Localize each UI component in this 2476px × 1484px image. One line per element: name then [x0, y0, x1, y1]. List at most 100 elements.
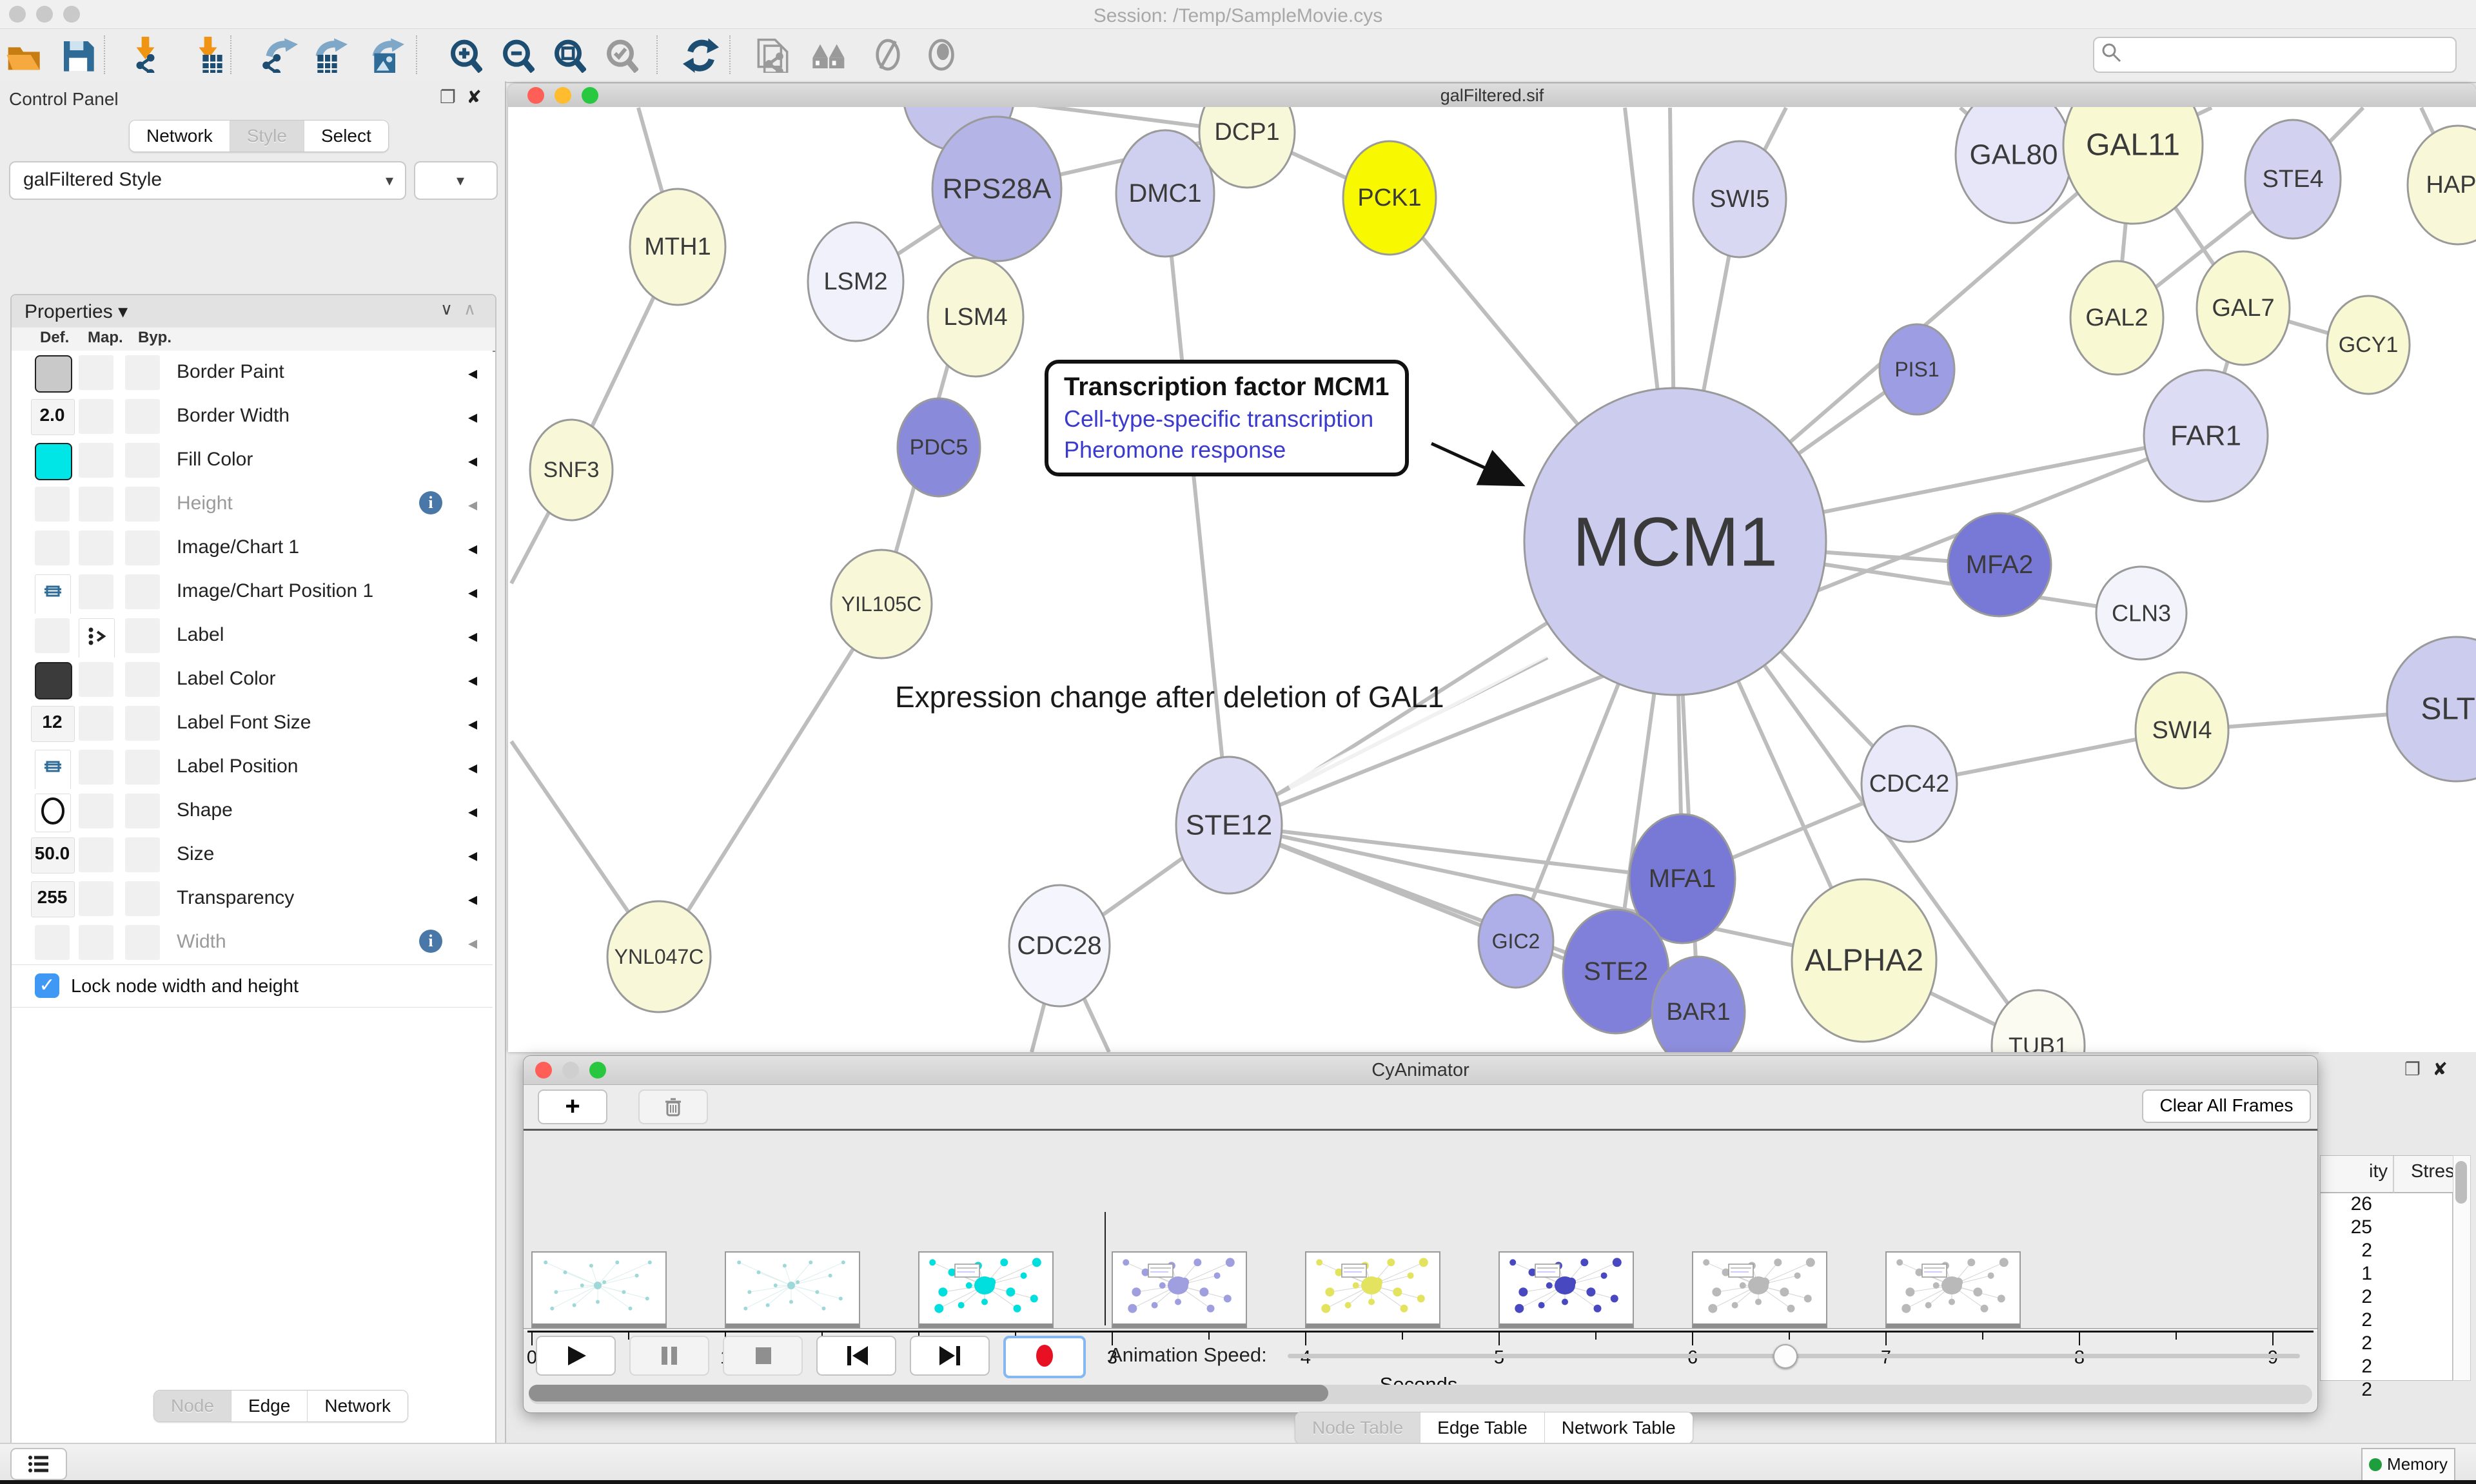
bypass-cell[interactable]: [125, 574, 160, 609]
cyanimator-titlebar[interactable]: CyAnimator: [524, 1056, 2317, 1085]
expand-arrow-icon[interactable]: ◂: [468, 757, 477, 778]
position-icon[interactable]: [35, 750, 71, 792]
property-row[interactable]: Label Color◂: [12, 658, 493, 702]
mapping-cell[interactable]: [79, 925, 113, 960]
property-row[interactable]: Label Position◂: [12, 745, 493, 790]
timeline-horizontal-scrollbar[interactable]: [529, 1385, 2312, 1404]
tab-edge-table[interactable]: Edge Table: [1420, 1412, 1545, 1443]
discrete-mapping-icon[interactable]: [79, 618, 115, 661]
collapse-all-icon[interactable]: ∧: [464, 299, 476, 319]
table-cell[interactable]: 2: [2321, 1333, 2372, 1354]
frame-3-thumbnail[interactable]: [918, 1251, 1054, 1329]
tab-network[interactable]: Network: [308, 1391, 408, 1421]
frame-7-thumbnail[interactable]: [1692, 1251, 1827, 1329]
export-network-icon[interactable]: [262, 37, 298, 73]
property-row[interactable]: 255Transparency◂: [12, 877, 493, 921]
expand-arrow-icon[interactable]: ◂: [468, 888, 477, 910]
mapping-cell[interactable]: [79, 487, 113, 522]
default-value[interactable]: 12: [31, 712, 74, 732]
bypass-cell[interactable]: [125, 837, 160, 872]
property-row[interactable]: Shape◂: [12, 789, 493, 834]
bypass-cell[interactable]: [125, 662, 160, 697]
pause-button[interactable]: [629, 1336, 709, 1376]
mapping-cell[interactable]: [79, 706, 113, 741]
property-row[interactable]: Image/Chart 1◂: [12, 526, 493, 571]
bypass-cell[interactable]: [125, 399, 160, 434]
default-value-swatch[interactable]: [35, 355, 72, 393]
column-header[interactable]: ity: [2321, 1156, 2394, 1193]
table-cell[interactable]: 1: [2321, 1263, 2372, 1285]
info-icon[interactable]: i: [419, 491, 442, 514]
property-row[interactable]: Border Paint◂: [12, 351, 493, 395]
frame-6-thumbnail[interactable]: [1498, 1251, 1634, 1329]
style-selector[interactable]: galFiltered Style ▾: [9, 161, 406, 200]
zoom-fit-icon[interactable]: [550, 37, 586, 73]
default-value-swatch[interactable]: [35, 662, 72, 699]
frame-4-thumbnail[interactable]: [1112, 1251, 1247, 1329]
annotation-link[interactable]: Pheromone response: [1064, 436, 1390, 464]
network-canvas[interactable]: RPS28BRPS28ADMC1DCP1PCK1MTH1LSM2LSM4SNF3…: [508, 107, 2476, 1052]
annotation-arrow[interactable]: [1431, 444, 1517, 482]
expand-arrow-icon[interactable]: ◂: [468, 450, 477, 471]
clipboard-icon[interactable]: [752, 37, 789, 73]
import-table-icon[interactable]: [192, 37, 228, 73]
mapping-cell[interactable]: [79, 355, 113, 390]
annotation-link[interactable]: Cell-type-specific transcription: [1064, 405, 1390, 433]
frame-8-thumbnail[interactable]: [1885, 1251, 2021, 1329]
search-input[interactable]: [2093, 37, 2457, 73]
hide-graphics-icon[interactable]: [870, 37, 906, 73]
property-row[interactable]: Heighti◂: [12, 482, 493, 527]
bypass-cell[interactable]: [125, 881, 160, 916]
default-cell[interactable]: [35, 925, 70, 960]
save-icon[interactable]: [59, 37, 95, 73]
memory-button[interactable]: Memory: [2361, 1448, 2455, 1481]
import-network-icon[interactable]: [130, 37, 166, 73]
panel-close-icon[interactable]: ✘: [467, 86, 482, 108]
mapping-cell[interactable]: [79, 881, 113, 916]
expand-arrow-icon[interactable]: ◂: [468, 713, 477, 734]
bypass-cell[interactable]: [125, 443, 160, 478]
expand-arrow-icon[interactable]: ◂: [468, 845, 477, 866]
zoom-out-icon[interactable]: [498, 37, 535, 73]
expand-arrow-icon[interactable]: ◂: [468, 669, 477, 690]
tab-node-table[interactable]: Node Table: [1295, 1412, 1420, 1443]
table-cell[interactable]: 2: [2321, 1286, 2372, 1308]
expand-arrow-icon[interactable]: ◂: [468, 581, 477, 603]
default-cell[interactable]: [35, 618, 70, 653]
property-row[interactable]: 2.0Border Width◂: [12, 395, 493, 439]
table-cell[interactable]: 25: [2321, 1216, 2372, 1238]
property-row[interactable]: 50.0Size◂: [12, 833, 493, 877]
bypass-cell[interactable]: [125, 925, 160, 960]
expand-arrow-icon[interactable]: ◂: [468, 362, 477, 384]
default-value[interactable]: 2.0: [31, 405, 74, 425]
delete-frame-button[interactable]: [638, 1089, 708, 1124]
zoom-selected-icon[interactable]: [602, 37, 638, 73]
refresh-icon[interactable]: [683, 37, 719, 73]
table-cell[interactable]: 2: [2321, 1309, 2372, 1331]
go-to-end-button[interactable]: [910, 1336, 990, 1376]
selected-edge-highlight[interactable]: [1290, 645, 1560, 788]
expand-arrow-icon[interactable]: ◂: [468, 932, 477, 953]
lock-checkbox[interactable]: ✓: [35, 973, 59, 998]
tab-node[interactable]: Node: [154, 1391, 231, 1421]
position-icon[interactable]: [35, 574, 71, 617]
bypass-cell[interactable]: [125, 750, 160, 785]
binoculars-icon[interactable]: [811, 37, 847, 73]
animation-speed-handle[interactable]: [1773, 1344, 1798, 1369]
add-frame-button[interactable]: +: [538, 1089, 607, 1124]
tab-network[interactable]: Network: [130, 121, 230, 151]
tab-select[interactable]: Select: [304, 121, 388, 151]
info-icon[interactable]: i: [419, 930, 442, 953]
bypass-cell[interactable]: [125, 618, 160, 653]
mapping-cell[interactable]: [79, 794, 113, 828]
bypass-cell[interactable]: [125, 531, 160, 565]
table-cell[interactable]: 26: [2321, 1193, 2372, 1215]
stop-button[interactable]: [723, 1336, 803, 1376]
tab-edge[interactable]: Edge: [231, 1391, 308, 1421]
mapping-cell[interactable]: [79, 837, 113, 872]
default-cell[interactable]: [35, 531, 70, 565]
default-value[interactable]: 50.0: [31, 843, 74, 864]
tab-network-table[interactable]: Network Table: [1545, 1412, 1693, 1443]
property-row[interactable]: Fill Color◂: [12, 438, 493, 483]
export-table-icon[interactable]: [311, 37, 348, 73]
